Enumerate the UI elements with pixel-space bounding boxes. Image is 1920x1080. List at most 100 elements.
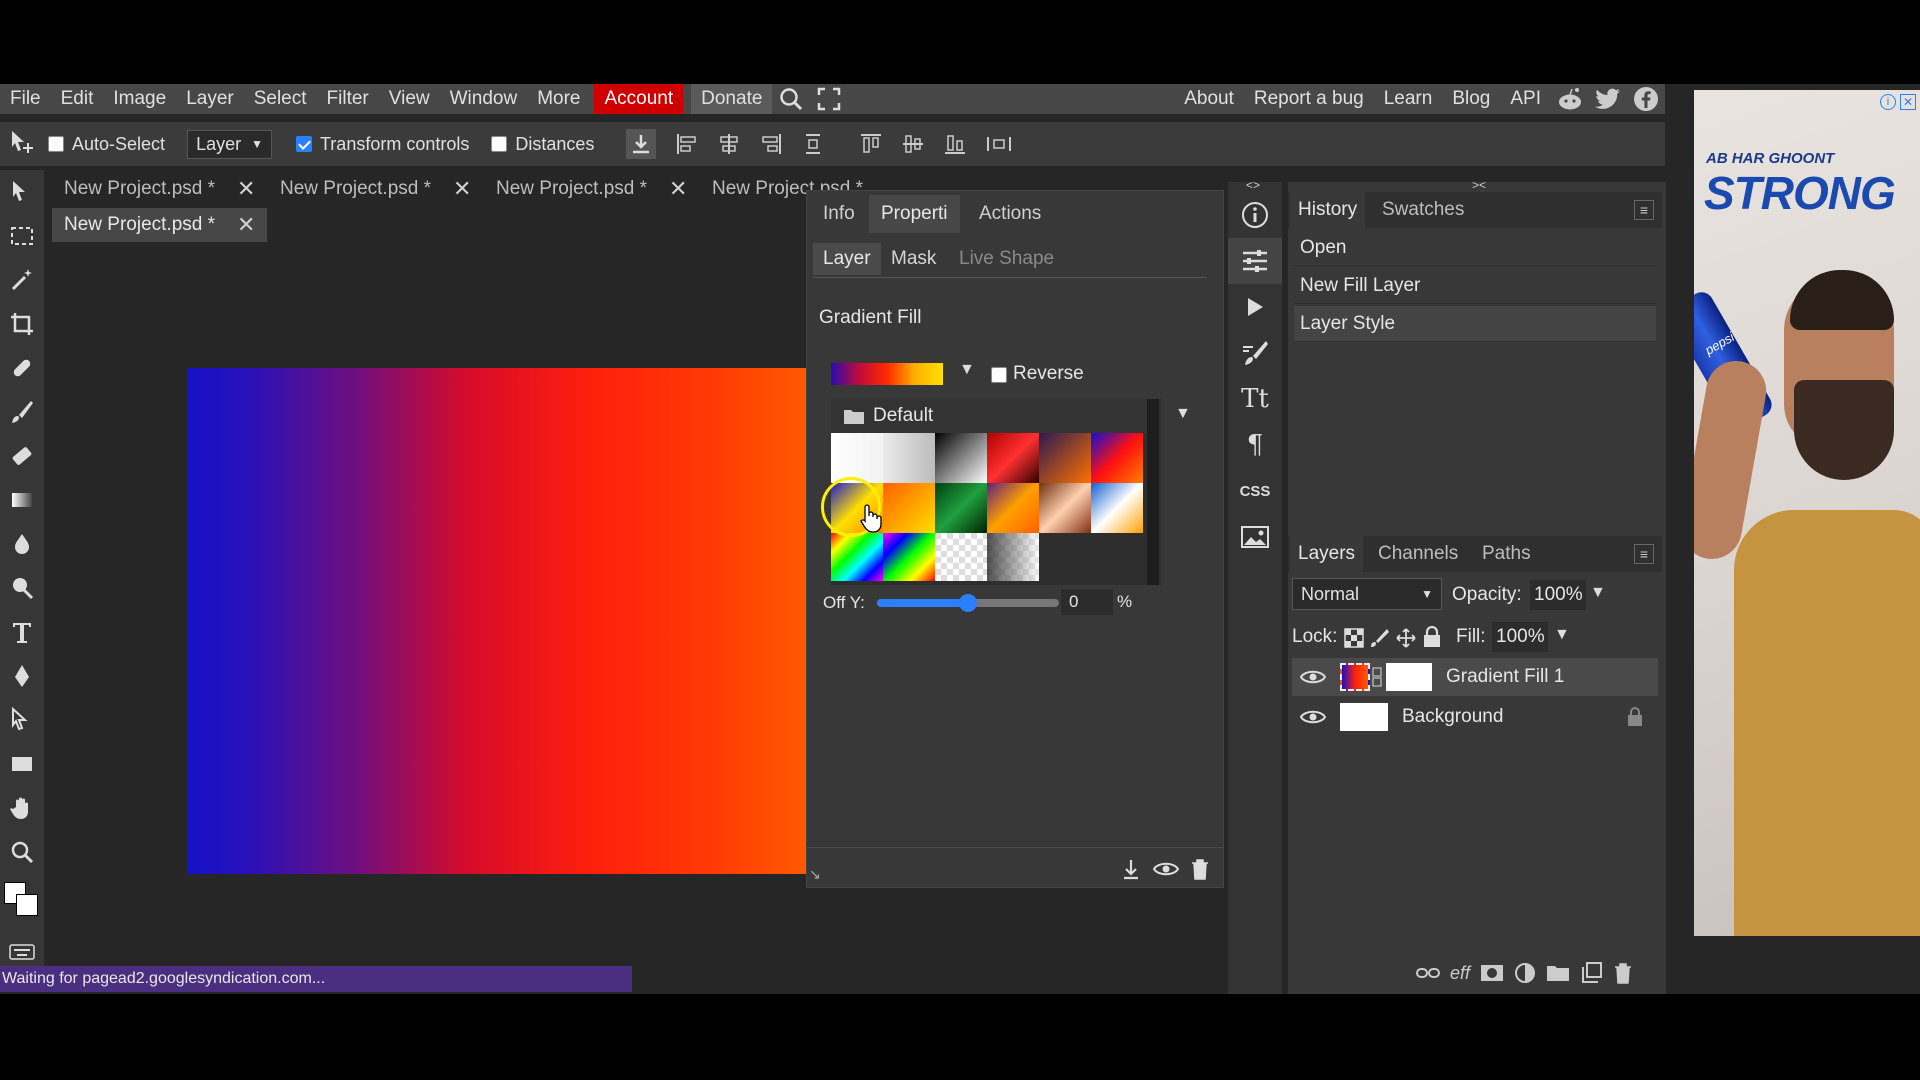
subtab-mask[interactable]: Mask (881, 243, 946, 275)
gradient-swatch[interactable] (1091, 433, 1143, 483)
menu-select[interactable]: Select (244, 84, 317, 114)
folder-menu-icon[interactable]: ▼ (1175, 405, 1191, 423)
doc-tab[interactable]: New Project.psd * ✕ (52, 172, 267, 206)
hand-tool[interactable] (0, 786, 44, 830)
type-tool[interactable] (0, 610, 44, 654)
eye-icon[interactable] (1153, 858, 1179, 880)
menu-about[interactable]: About (1174, 84, 1244, 114)
close-icon[interactable]: ✕ (237, 212, 255, 238)
reddit-icon[interactable] (1551, 84, 1589, 114)
layer-row-gradient-fill[interactable]: Gradient Fill 1 (1292, 658, 1658, 696)
distances-option[interactable]: Distances (491, 134, 594, 155)
preset-folder[interactable]: Default (831, 399, 1147, 433)
menu-file[interactable]: File (0, 84, 51, 114)
close-icon[interactable]: ✕ (453, 176, 471, 202)
align-middle-icon[interactable] (902, 133, 924, 155)
visibility-eye-icon[interactable] (1300, 667, 1326, 687)
gradient-swatch[interactable] (935, 533, 987, 581)
gradient-dropdown-icon[interactable]: ▼ (959, 361, 975, 379)
css-icon[interactable]: CSS (1228, 468, 1282, 514)
menu-learn[interactable]: Learn (1374, 84, 1443, 114)
folder-icon[interactable] (1546, 963, 1570, 983)
align-left-icon[interactable] (676, 133, 698, 155)
gradient-swatch[interactable] (935, 433, 987, 483)
ad-info-icon[interactable]: i (1880, 94, 1896, 110)
crop-tool[interactable] (0, 302, 44, 346)
eff-icon[interactable]: eff (1450, 963, 1470, 984)
lock-transparency-icon[interactable] (1344, 628, 1364, 648)
lock-pixels-icon[interactable] (1370, 628, 1390, 648)
visibility-eye-icon[interactable] (1300, 707, 1326, 727)
lock-all-icon[interactable] (1422, 626, 1442, 648)
facebook-icon[interactable] (1627, 84, 1665, 114)
advertisement[interactable]: i ✕ AB HAR GHOONT STRONG pepsi (1694, 90, 1920, 936)
background-color[interactable] (16, 894, 38, 916)
layers-menu-icon[interactable]: ≡ (1634, 544, 1654, 564)
move-tool[interactable] (0, 170, 44, 214)
rectangle-tool[interactable] (0, 742, 44, 786)
auto-select-checkbox[interactable] (48, 136, 64, 152)
menu-window[interactable]: Window (440, 84, 528, 114)
gradient-preview[interactable] (831, 363, 943, 385)
tab-history[interactable]: History (1290, 192, 1366, 228)
mask-icon[interactable] (1480, 963, 1504, 983)
ad-close-icon[interactable]: ✕ (1900, 94, 1916, 110)
gradient-swatch[interactable] (1039, 483, 1091, 533)
offy-slider[interactable] (877, 594, 1059, 612)
layer-select[interactable]: Layer ▼ (187, 129, 272, 159)
align-center-h-icon[interactable] (718, 133, 740, 155)
opacity-input[interactable]: 100% (1530, 580, 1586, 610)
gradient-swatch[interactable] (935, 483, 987, 533)
menu-edit[interactable]: Edit (51, 84, 104, 114)
clip-down-icon[interactable] (1121, 858, 1141, 880)
lock-position-icon[interactable] (1396, 628, 1416, 648)
layer-mask-thumbnail[interactable] (1386, 663, 1432, 691)
menu-api[interactable]: API (1500, 84, 1551, 114)
trash-icon[interactable] (1612, 962, 1634, 984)
doc-tab[interactable]: New Project.psd * ✕ (484, 172, 699, 206)
picker-scrollbar[interactable] (1147, 399, 1159, 585)
gradient-swatch[interactable] (831, 433, 883, 483)
info-icon[interactable] (1228, 192, 1282, 238)
blend-mode-select[interactable]: Normal ▼ (1292, 578, 1442, 610)
menu-more[interactable]: More (527, 84, 590, 114)
new-layer-icon[interactable] (1580, 962, 1603, 984)
gradient-swatch[interactable] (987, 533, 1039, 581)
properties-icon[interactable] (1228, 238, 1282, 284)
doc-tab-active[interactable]: New Project.psd * ✕ (52, 208, 268, 242)
reverse-checkbox[interactable] (991, 367, 1007, 383)
color-swatches[interactable] (0, 874, 44, 930)
gradient-swatch[interactable] (1039, 433, 1091, 483)
search-icon[interactable] (772, 84, 810, 114)
history-item[interactable]: Open (1294, 230, 1656, 266)
healing-brush-tool[interactable] (0, 346, 44, 390)
magic-wand-tool[interactable] (0, 258, 44, 302)
transform-controls-option[interactable]: Transform controls (295, 134, 469, 155)
gradient-swatch[interactable] (987, 483, 1039, 533)
move-tool-icon[interactable] (8, 129, 36, 160)
collapse-arrows-icon[interactable]: >< (1472, 178, 1486, 192)
menu-report-bug[interactable]: Report a bug (1244, 84, 1374, 114)
transform-controls-checkbox[interactable] (295, 136, 312, 152)
document-canvas[interactable] (187, 368, 807, 874)
history-item[interactable]: New Fill Layer (1294, 268, 1656, 304)
fill-dropdown-icon[interactable]: ▼ (1554, 626, 1570, 644)
account-button[interactable]: Account (594, 84, 684, 114)
collapse-arrows-icon[interactable]: <> (1246, 178, 1260, 192)
doc-tab[interactable]: New Project.psd * ✕ (268, 172, 483, 206)
layer-row-background[interactable]: Background (1292, 698, 1658, 736)
fullscreen-icon[interactable] (810, 84, 848, 114)
menu-view[interactable]: View (379, 84, 440, 114)
menu-image[interactable]: Image (103, 84, 176, 114)
menu-layer[interactable]: Layer (176, 84, 244, 114)
offy-slider-thumb[interactable] (959, 594, 977, 612)
fill-input[interactable]: 100% (1492, 622, 1548, 652)
tab-channels[interactable]: Channels (1370, 536, 1466, 572)
menu-filter[interactable]: Filter (317, 84, 379, 114)
gradient-swatch[interactable] (987, 433, 1039, 483)
close-icon[interactable]: ✕ (237, 176, 255, 202)
gradient-swatch[interactable] (831, 533, 883, 581)
gradient-swatch[interactable] (1091, 483, 1143, 533)
tab-info[interactable]: Info (811, 195, 867, 233)
align-top-icon[interactable] (860, 133, 882, 155)
